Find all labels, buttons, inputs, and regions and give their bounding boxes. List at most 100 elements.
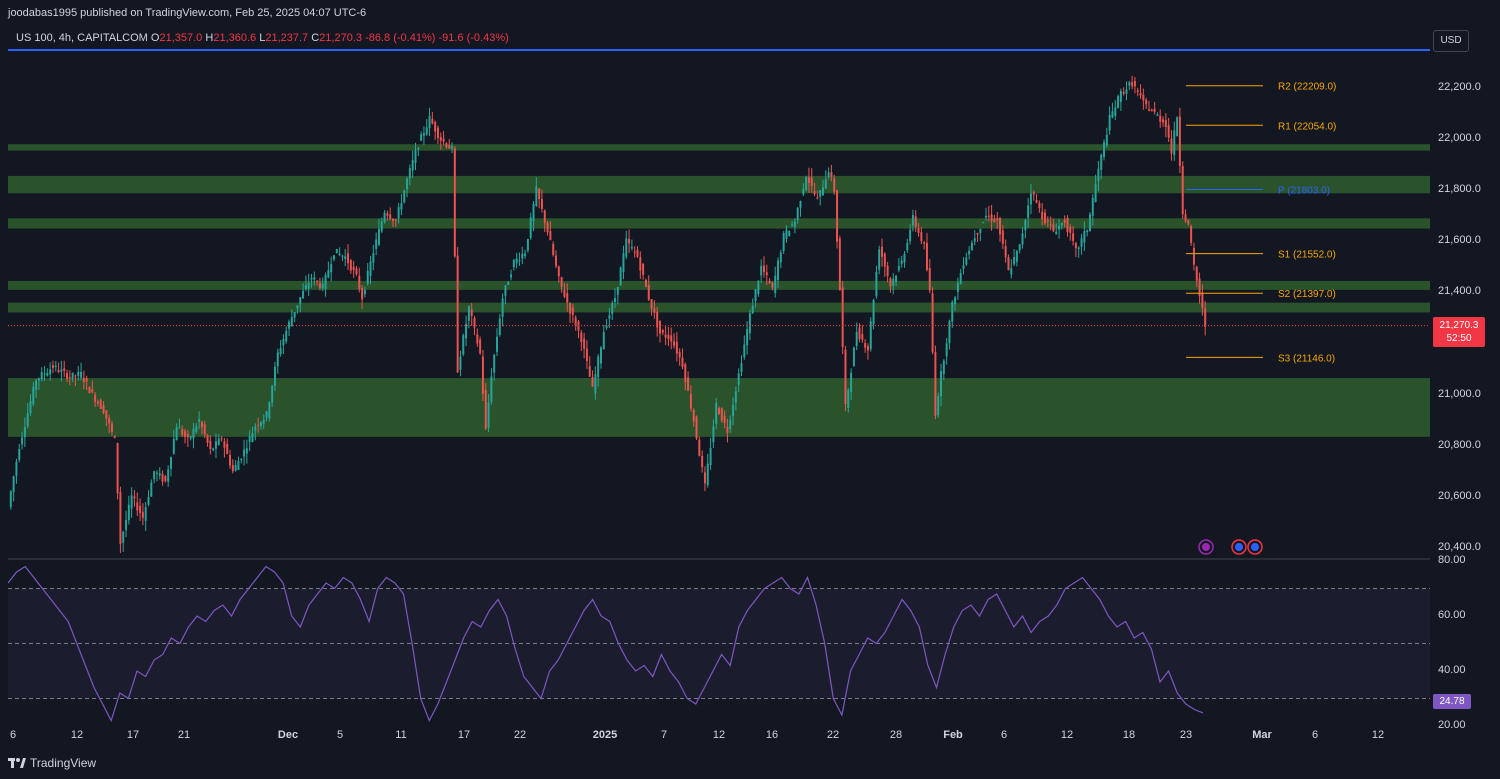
candle-body bbox=[453, 148, 456, 257]
candle-body bbox=[557, 266, 560, 277]
candle-body bbox=[748, 313, 751, 334]
candle-body bbox=[43, 373, 46, 375]
candle-body bbox=[212, 448, 215, 451]
candle-body bbox=[937, 396, 940, 416]
chart-area[interactable]: R2 (22209.0) R1 (22054.0) P (21803.0) S1 (2… bbox=[7, 26, 1430, 726]
candle-body bbox=[681, 357, 684, 367]
change-value: -86.8 (-0.41%) bbox=[365, 32, 436, 44]
price-axis[interactable]: 22,200.0 22,000.0 21,800.0 21,600.0 21,400.0… bbox=[1430, 26, 1500, 731]
candle-body bbox=[1041, 211, 1044, 220]
candle-body bbox=[1170, 138, 1173, 154]
candle-body bbox=[1066, 217, 1069, 233]
candle-body bbox=[1145, 99, 1148, 105]
candle-body bbox=[976, 232, 979, 235]
candle-body bbox=[94, 394, 97, 402]
candle-body bbox=[889, 278, 892, 286]
candle-body bbox=[234, 464, 237, 471]
candle-body bbox=[386, 213, 389, 216]
candle-body bbox=[448, 145, 451, 149]
candle-body bbox=[684, 364, 687, 382]
candle-body bbox=[793, 221, 796, 227]
symbol-label[interactable]: US 100, 4h, CAPITALCOM bbox=[16, 32, 148, 44]
candle-body bbox=[372, 253, 375, 263]
candle-body bbox=[678, 351, 681, 358]
candle-body bbox=[650, 299, 653, 309]
chart-svg[interactable]: R2 (22209.0) R1 (22054.0) P (21803.0) S1 (2… bbox=[7, 26, 1430, 726]
candle-body bbox=[288, 321, 291, 329]
candle-body bbox=[313, 277, 316, 280]
candle-body bbox=[636, 249, 639, 257]
time-tick-label: 12 bbox=[71, 729, 83, 741]
rsi-tick-label: 40.00 bbox=[1438, 664, 1466, 676]
pivot-level-label: S1 (21552.0) bbox=[1278, 250, 1336, 261]
candle-body bbox=[785, 229, 788, 239]
candle-body bbox=[265, 411, 268, 418]
candle-body bbox=[518, 260, 521, 262]
candle-body bbox=[206, 435, 209, 443]
candle-body bbox=[147, 496, 150, 505]
flag-dot bbox=[1251, 543, 1259, 551]
currency-button[interactable]: USD bbox=[1433, 30, 1469, 52]
candle-body bbox=[37, 378, 40, 381]
support-resistance-zone bbox=[8, 144, 1430, 151]
candle-body bbox=[673, 341, 676, 346]
candle-body bbox=[538, 188, 541, 200]
candle-body bbox=[223, 441, 226, 448]
tradingview-logo-icon bbox=[8, 758, 26, 768]
candle-body bbox=[271, 385, 274, 403]
time-axis-svg: 6 12 17 21 Dec 5 11 17 22 2025 7 12 16 22 28 Feb 6 12 18 23… bbox=[10, 729, 1384, 741]
candle-body bbox=[108, 418, 111, 424]
candle-body bbox=[1077, 247, 1080, 249]
candle-body bbox=[119, 492, 122, 544]
candle-body bbox=[102, 405, 105, 414]
candle-body bbox=[850, 372, 853, 393]
candle-body bbox=[217, 438, 220, 445]
candle-body bbox=[380, 221, 383, 232]
candle-body bbox=[1049, 224, 1052, 226]
candle-body bbox=[667, 334, 670, 340]
candle-body bbox=[462, 335, 465, 355]
candle-body bbox=[1046, 219, 1049, 222]
candle-body bbox=[302, 290, 305, 299]
candle-body bbox=[296, 305, 299, 309]
candle-body bbox=[1086, 230, 1089, 233]
pivot-level-label: P (21803.0) bbox=[1278, 185, 1330, 196]
candle-body bbox=[344, 256, 347, 259]
flag-dot bbox=[1235, 543, 1243, 551]
tradingview-logo[interactable]: TradingView bbox=[8, 756, 96, 770]
candle-body bbox=[535, 186, 538, 206]
candle-body bbox=[136, 502, 139, 511]
candle-body bbox=[810, 177, 813, 186]
candle-body bbox=[229, 455, 231, 466]
candle-body bbox=[245, 448, 248, 454]
candle-body bbox=[751, 305, 754, 314]
candle-body bbox=[819, 190, 822, 197]
candle-body bbox=[51, 365, 54, 368]
candle-body bbox=[914, 216, 917, 227]
time-tick-label: 6 bbox=[1312, 729, 1318, 741]
tradingview-brand: TradingView bbox=[30, 756, 97, 770]
candle-body bbox=[1184, 214, 1187, 221]
candle-body bbox=[189, 436, 192, 439]
candle-body bbox=[1044, 212, 1046, 224]
candle-body bbox=[1162, 119, 1165, 123]
candle-body bbox=[726, 426, 729, 433]
candle-body bbox=[318, 283, 321, 288]
candle-body bbox=[1013, 256, 1016, 265]
time-tick-label: Feb bbox=[943, 729, 963, 741]
candle-body bbox=[1181, 166, 1184, 215]
candle-body bbox=[63, 368, 66, 371]
candle-body bbox=[757, 281, 760, 295]
candle-body bbox=[77, 372, 80, 376]
candle-body bbox=[363, 289, 366, 295]
candle-body bbox=[805, 177, 808, 190]
candle-body bbox=[355, 268, 358, 275]
candle-body bbox=[807, 177, 810, 183]
change-value-2: -91.6 (-0.43%) bbox=[438, 32, 509, 44]
time-axis[interactable]: 6 12 17 21 Dec 5 11 17 22 2025 7 12 16 22 28 Feb 6 12 18 23… bbox=[0, 726, 1430, 744]
candle-body bbox=[777, 260, 780, 281]
candle-body bbox=[1204, 308, 1207, 328]
candle-body bbox=[133, 496, 136, 499]
candle-body bbox=[799, 201, 802, 208]
candle-body bbox=[675, 341, 678, 354]
